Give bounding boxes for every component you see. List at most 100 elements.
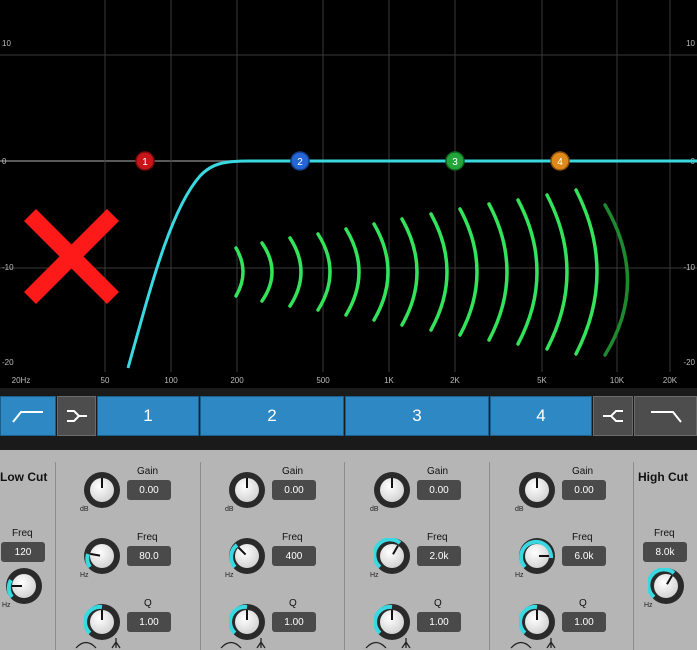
- high-cut-filter-button[interactable]: [634, 396, 697, 436]
- band-2-label: 2: [267, 406, 277, 425]
- gain-label: Gain: [427, 466, 449, 477]
- x-label: 200: [230, 376, 244, 385]
- divider: [200, 462, 201, 650]
- freq-knob[interactable]: [84, 538, 120, 574]
- high-cut-freq-label: Freq: [654, 528, 675, 539]
- low-cut-freq-value[interactable]: 120: [1, 542, 45, 562]
- gain-value[interactable]: 0.00: [417, 480, 461, 500]
- freq-label: Freq: [427, 532, 448, 543]
- x-label: 20Hz: [12, 376, 31, 385]
- q-shape-icon: [75, 638, 121, 649]
- x-label: 1K: [384, 376, 394, 385]
- divider: [344, 462, 345, 650]
- divider: [633, 462, 634, 650]
- q-knob[interactable]: [519, 604, 555, 640]
- high-cut-unit: Hz: [644, 602, 653, 609]
- low-cut-title: Low Cut: [0, 470, 48, 484]
- freq-label: Freq: [282, 532, 303, 543]
- y-label-left: -10: [2, 263, 14, 272]
- band-4-label: 4: [536, 406, 546, 425]
- gain-label: Gain: [572, 466, 594, 477]
- band-node-3[interactable]: 3: [445, 151, 465, 171]
- freq-unit: Hz: [225, 572, 234, 579]
- y-label-right: -20: [683, 358, 695, 367]
- eq-graph-svg: 10 0 -10 -20 10 0 -10 -20 20Hz 50 100 20…: [0, 0, 697, 385]
- x-label: 50: [101, 376, 110, 385]
- high-shelf-button[interactable]: [593, 396, 633, 436]
- gain-unit: dB: [515, 506, 524, 513]
- q-value[interactable]: 1.00: [272, 612, 316, 632]
- divider: [489, 462, 490, 650]
- high-cut-title: High Cut: [638, 470, 688, 484]
- gain-value[interactable]: 0.00: [127, 480, 171, 500]
- freq-label: Freq: [572, 532, 593, 543]
- x-label: 10K: [610, 376, 625, 385]
- x-label: 500: [316, 376, 330, 385]
- x-label: 100: [164, 376, 178, 385]
- band-node-label: 2: [297, 157, 303, 168]
- high-cut-freq-value[interactable]: 8.0k: [643, 542, 687, 562]
- freq-value[interactable]: 6.0k: [562, 546, 606, 566]
- high-cut-freq-knob[interactable]: [648, 568, 684, 604]
- q-label: Q: [289, 598, 297, 609]
- freq-knob[interactable]: [229, 538, 265, 574]
- gain-knob[interactable]: [374, 472, 410, 508]
- low-shelf-icon: [66, 410, 87, 422]
- freq-knob[interactable]: [519, 538, 555, 574]
- band-node-label: 1: [142, 157, 148, 168]
- eq-graph[interactable]: 10 0 -10 -20 10 0 -10 -20 20Hz 50 100 20…: [0, 0, 697, 388]
- band-1-button[interactable]: 1: [97, 396, 199, 436]
- freq-label: Freq: [137, 532, 158, 543]
- y-label-left: 10: [2, 39, 11, 48]
- y-label-left: 0: [2, 157, 7, 166]
- gain-knob[interactable]: [229, 472, 265, 508]
- q-shape-icon: [365, 638, 411, 649]
- band-1-label: 1: [143, 406, 153, 425]
- gain-unit: dB: [225, 506, 234, 513]
- band-node-label: 3: [452, 157, 458, 168]
- q-value[interactable]: 1.00: [562, 612, 606, 632]
- low-shelf-button[interactable]: [57, 396, 96, 436]
- low-cut-freq-knob[interactable]: [6, 568, 42, 604]
- q-shape-icon: [220, 638, 266, 649]
- divider: [55, 462, 56, 650]
- gain-value[interactable]: 0.00: [562, 480, 606, 500]
- q-shape-icon: [510, 638, 556, 649]
- x-label: 20K: [663, 376, 678, 385]
- sound-waves-icon: [234, 188, 630, 357]
- gain-unit: dB: [370, 506, 379, 513]
- freq-value[interactable]: 2.0k: [417, 546, 461, 566]
- gain-knob[interactable]: [84, 472, 120, 508]
- band-node-1[interactable]: 1: [135, 151, 155, 171]
- q-knob[interactable]: [229, 604, 265, 640]
- x-label: 5K: [537, 376, 547, 385]
- band-3-label: 3: [412, 406, 422, 425]
- low-cut-filter-icon: [12, 411, 43, 423]
- gain-label: Gain: [282, 466, 304, 477]
- gain-label: Gain: [137, 466, 159, 477]
- q-value[interactable]: 1.00: [417, 612, 461, 632]
- frequency-grid: [104, 0, 671, 372]
- low-cut-freq-label: Freq: [12, 528, 33, 539]
- band-node-2[interactable]: 2: [290, 151, 310, 171]
- q-label: Q: [144, 598, 152, 609]
- band-3-button[interactable]: 3: [345, 396, 489, 436]
- band-4-button[interactable]: 4: [490, 396, 592, 436]
- q-knob[interactable]: [84, 604, 120, 640]
- freq-knob[interactable]: [374, 538, 410, 574]
- q-knob[interactable]: [374, 604, 410, 640]
- band-2-button[interactable]: 2: [200, 396, 344, 436]
- low-cut-filter-button[interactable]: [0, 396, 56, 436]
- freq-unit: Hz: [515, 572, 524, 579]
- freq-unit: Hz: [370, 572, 379, 579]
- gain-knob[interactable]: [519, 472, 555, 508]
- q-value[interactable]: 1.00: [127, 612, 171, 632]
- x-label: 2K: [450, 376, 460, 385]
- red-x-icon: [23, 208, 120, 305]
- freq-value[interactable]: 400: [272, 546, 316, 566]
- band-node-4[interactable]: 4: [550, 151, 570, 171]
- freq-value[interactable]: 80.0: [127, 546, 171, 566]
- gain-value[interactable]: 0.00: [272, 480, 316, 500]
- y-label-left: -20: [2, 358, 14, 367]
- q-label: Q: [579, 598, 587, 609]
